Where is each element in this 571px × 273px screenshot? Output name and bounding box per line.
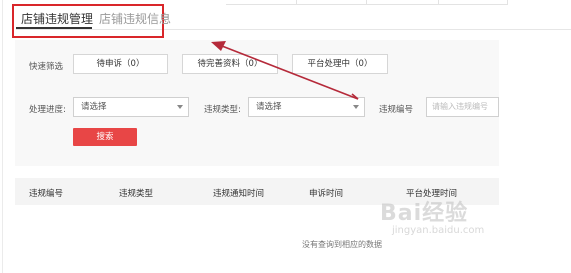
annotation-arrow — [211, 41, 359, 100]
